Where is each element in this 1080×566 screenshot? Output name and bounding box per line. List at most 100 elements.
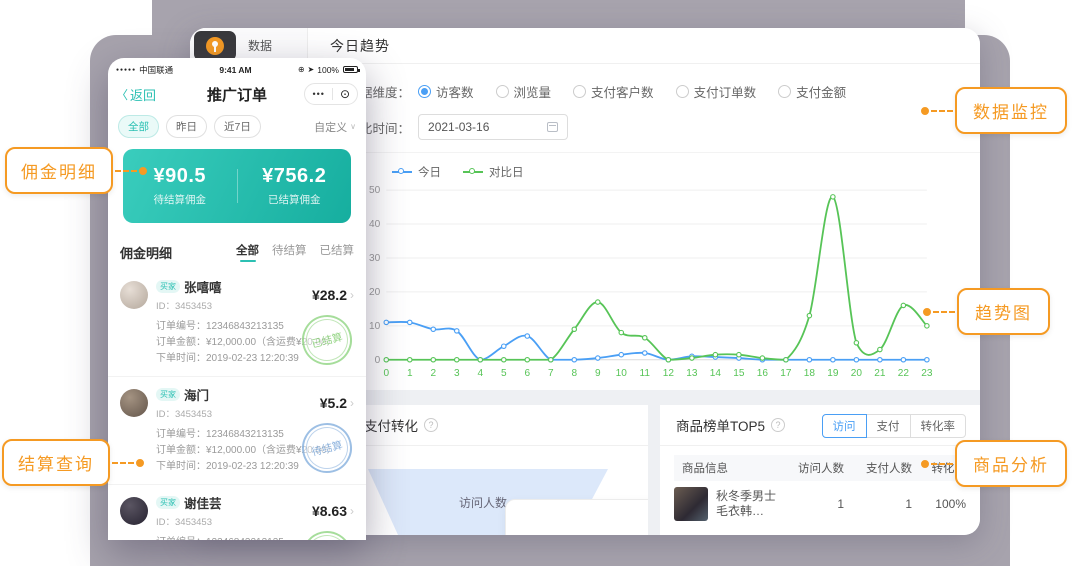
- close-capsule-icon[interactable]: ⊙: [333, 87, 357, 101]
- pending-label: 待结算佣金: [123, 192, 237, 207]
- top5-column: 支付人数: [844, 460, 912, 476]
- svg-text:10: 10: [616, 368, 628, 379]
- settled-commission: ¥756.2 已结算佣金: [238, 165, 352, 207]
- dashboard-title: 今日趋势: [330, 36, 390, 56]
- radio-icon: [676, 85, 689, 98]
- visit-count: 1: [776, 497, 844, 511]
- dimension-radio-支付客户数[interactable]: 支付客户数: [573, 82, 654, 101]
- top5-column: 商品信息: [682, 460, 776, 476]
- buyer-id: ID：3453453: [156, 514, 312, 528]
- callout-product-analysis: 商品分析: [921, 440, 1067, 487]
- radio-icon: [418, 85, 431, 98]
- legend-item[interactable]: 对比日: [463, 164, 524, 180]
- legend-line-icon: [392, 171, 412, 173]
- callout-settlement-query: 结算查询: [2, 439, 144, 486]
- svg-text:5: 5: [501, 368, 507, 379]
- compare-date-value: 2021-03-16: [428, 120, 489, 134]
- callout-trend-chart: 趋势图: [923, 288, 1050, 335]
- svg-text:14: 14: [710, 368, 722, 379]
- commission-list-title: 佣金明细: [120, 243, 172, 262]
- nav-bar: 返回 推广订单 ••• ⊙: [108, 78, 366, 110]
- menu-dots-icon[interactable]: •••: [305, 89, 331, 99]
- buyer-name: 张嘻嘻: [184, 277, 222, 296]
- radio-icon: [496, 85, 509, 98]
- svg-text:21: 21: [874, 368, 886, 379]
- commission-tabs: 全部待结算已结算: [236, 242, 354, 262]
- callout-dot-icon: [923, 308, 931, 316]
- top5-filter-转化率[interactable]: 转化率: [910, 414, 967, 438]
- callout-dot-icon: [136, 459, 144, 467]
- product-image: [674, 487, 708, 521]
- order-item[interactable]: 买家谢佳芸 ID：3453453 ¥8.63› 订单编号：12346843213…: [108, 484, 366, 540]
- svg-text:17: 17: [780, 368, 792, 379]
- radio-icon: [778, 85, 791, 98]
- top5-filter-访问[interactable]: 访问: [822, 414, 867, 438]
- order-item[interactable]: 买家海门 ID：3453453 ¥5.2› 订单编号：1234684321313…: [108, 376, 366, 484]
- filter-pill-昨日[interactable]: 昨日: [166, 115, 207, 138]
- top5-filter-group: 访问支付转化率: [823, 414, 967, 438]
- phone-mockup: ●●●●● 中国联通 9:41 AM ⊕ ➤ 100% 返回 推广订单 ••• …: [108, 58, 366, 540]
- compare-date-input[interactable]: 2021-03-16: [418, 114, 568, 140]
- product-name: 秋冬季男士毛衣韩版宽松: [716, 489, 776, 519]
- callout-dot-icon: [921, 460, 929, 468]
- filter-pill-全部[interactable]: 全部: [118, 115, 159, 138]
- svg-text:6: 6: [524, 368, 530, 379]
- custom-range-button[interactable]: 自定义 ∨: [314, 119, 356, 135]
- page: 数据 今日趋势 据维度： 访客数浏览量支付客户数支付订单数支付金额 比时间： 2…: [0, 0, 1080, 566]
- buyer-badge: 买家: [156, 280, 180, 293]
- svg-text:19: 19: [827, 368, 839, 379]
- svg-text:16: 16: [757, 368, 769, 379]
- avatar: [120, 497, 148, 525]
- help-icon[interactable]: [424, 418, 438, 432]
- conversion-rate: 100%: [912, 497, 966, 511]
- dashed-line: [931, 110, 953, 112]
- miniprogram-capsule[interactable]: ••• ⊙: [304, 83, 358, 105]
- svg-text:0: 0: [375, 355, 381, 366]
- battery-icon: [343, 66, 358, 73]
- chevron-down-icon: ∨: [350, 122, 356, 131]
- svg-text:11: 11: [640, 368, 651, 379]
- filter-pill-近7日[interactable]: 近7日: [214, 115, 261, 138]
- compare-label: 比时间：: [360, 118, 410, 137]
- commission-tab-全部[interactable]: 全部: [236, 242, 259, 262]
- svg-text:30: 30: [369, 253, 381, 264]
- callout-data-monitor: 数据监控: [921, 87, 1067, 134]
- top5-row[interactable]: 秋冬季男士毛衣韩版宽松 1 1 100%: [674, 487, 974, 521]
- chevron-left-icon: [116, 86, 128, 103]
- svg-text:4: 4: [477, 368, 483, 379]
- svg-text:1: 1: [407, 368, 413, 379]
- orientation-lock-icon: ⊕: [298, 65, 305, 74]
- svg-text:50: 50: [369, 185, 381, 196]
- compare-row: 比时间： 2021-03-16: [360, 114, 568, 140]
- app-tab-label: 数据: [248, 37, 272, 54]
- order-item[interactable]: 买家张嘻嘻 ID：3453453 ¥28.2› 订单编号：12346843213…: [108, 269, 366, 376]
- calendar-icon: [547, 122, 558, 132]
- svg-text:8: 8: [571, 368, 577, 379]
- settled-label: 已结算佣金: [238, 192, 352, 207]
- top5-filter-支付[interactable]: 支付: [866, 414, 911, 438]
- order-amount: ¥28.2›: [312, 287, 354, 303]
- svg-text:40: 40: [369, 219, 381, 230]
- chevron-right-icon: ›: [350, 288, 354, 302]
- buyer-id: ID：3453453: [156, 298, 312, 312]
- location-icon: ➤: [308, 65, 315, 74]
- buyer-badge: 买家: [156, 388, 180, 401]
- dashed-line: [115, 170, 137, 172]
- dimension-radio-访客数[interactable]: 访客数: [418, 82, 474, 101]
- battery-percent: 100%: [317, 65, 339, 75]
- avatar: [120, 281, 148, 309]
- radio-icon: [573, 85, 586, 98]
- pay-count: 1: [844, 497, 912, 511]
- commission-tab-已结算[interactable]: 已结算: [320, 242, 355, 262]
- svg-text:7: 7: [548, 368, 554, 379]
- svg-text:10: 10: [369, 321, 381, 332]
- dimension-radio-浏览量[interactable]: 浏览量: [496, 82, 552, 101]
- back-button[interactable]: 返回: [116, 85, 156, 104]
- help-icon[interactable]: [771, 418, 785, 432]
- dimension-radio-支付订单数[interactable]: 支付订单数: [676, 82, 757, 101]
- commission-tab-待结算[interactable]: 待结算: [272, 242, 307, 262]
- commission-list-header: 佣金明细 全部待结算已结算: [108, 233, 366, 269]
- dimension-radio-支付金额[interactable]: 支付金额: [778, 82, 846, 101]
- svg-text:9: 9: [595, 368, 601, 379]
- legend-item[interactable]: 今日: [392, 164, 441, 180]
